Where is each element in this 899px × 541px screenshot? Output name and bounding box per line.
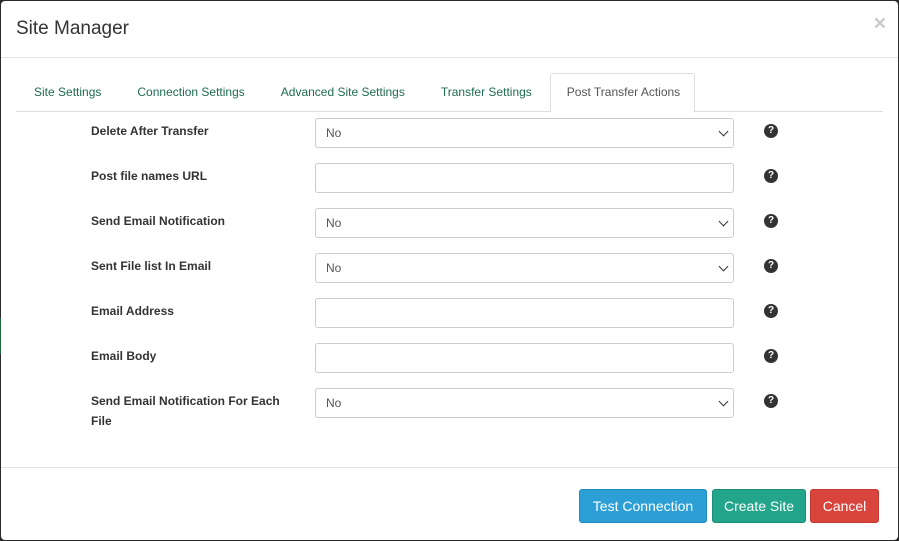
- form-row-notification-each-file: Send Email Notification For Each File No…: [1, 382, 898, 428]
- tab-connection-settings[interactable]: Connection Settings: [119, 73, 262, 112]
- send-email-notification-select[interactable]: No: [315, 208, 734, 238]
- email-body-input[interactable]: [315, 343, 734, 373]
- form-row-email-body: Email Body ?: [1, 337, 898, 382]
- help-icon[interactable]: ?: [764, 304, 778, 318]
- create-site-button[interactable]: Create Site: [712, 489, 806, 523]
- form-row-post-file-names-url: Post file names URL ?: [1, 157, 898, 202]
- post-file-names-url-input[interactable]: [315, 163, 734, 193]
- tab-post-transfer-actions[interactable]: Post Transfer Actions: [549, 73, 696, 113]
- select-value: No: [326, 396, 342, 410]
- cancel-button[interactable]: Cancel: [810, 489, 879, 523]
- tab-advanced-site-settings[interactable]: Advanced Site Settings: [263, 73, 423, 112]
- modal-header: Site Manager ×: [1, 1, 898, 58]
- help-icon[interactable]: ?: [764, 169, 778, 183]
- chevron-down-icon: [718, 261, 729, 272]
- form-row-send-email-notification: Send Email Notification No ?: [1, 202, 898, 247]
- field-label: Send Email Notification For Each File: [91, 394, 280, 428]
- tab-site-settings[interactable]: Site Settings: [16, 73, 119, 112]
- site-manager-modal: Site Manager × Site Settings Connection …: [1, 1, 898, 540]
- form-row-email-address: Email Address ?: [1, 292, 898, 337]
- field-label: Post file names URL: [91, 169, 208, 183]
- form-row-sent-file-list: Sent File list In Email No ?: [1, 247, 898, 292]
- delete-after-transfer-select[interactable]: No: [315, 118, 734, 148]
- select-value: No: [326, 261, 342, 275]
- field-label: Email Body: [91, 349, 157, 363]
- chevron-down-icon: [718, 216, 729, 227]
- chevron-down-icon: [718, 126, 729, 137]
- help-icon[interactable]: ?: [764, 394, 778, 408]
- select-value: No: [326, 126, 342, 140]
- modal-footer: Test Connection Create Site Cancel: [1, 467, 898, 540]
- help-icon[interactable]: ?: [764, 259, 778, 273]
- help-icon[interactable]: ?: [764, 214, 778, 228]
- notification-each-file-select[interactable]: No: [315, 388, 734, 418]
- select-value: No: [326, 216, 342, 230]
- tab-transfer-settings[interactable]: Transfer Settings: [423, 73, 550, 112]
- tab-bar: Site Settings Connection Settings Advanc…: [16, 73, 883, 113]
- chevron-down-icon: [718, 396, 729, 407]
- test-connection-button[interactable]: Test Connection: [579, 489, 707, 523]
- form-row-delete-after-transfer: Delete After Transfer No ?: [1, 112, 898, 157]
- close-icon[interactable]: ×: [874, 13, 886, 34]
- field-label: Send Email Notification: [91, 214, 226, 228]
- field-label: Sent File list In Email: [91, 259, 212, 273]
- field-label: Delete After Transfer: [91, 124, 209, 138]
- sent-file-list-select[interactable]: No: [315, 253, 734, 283]
- help-icon[interactable]: ?: [764, 124, 778, 138]
- field-label: Email Address: [91, 304, 174, 318]
- help-icon[interactable]: ?: [764, 349, 778, 363]
- email-address-input[interactable]: [315, 298, 734, 328]
- modal-title: Site Manager: [16, 18, 130, 39]
